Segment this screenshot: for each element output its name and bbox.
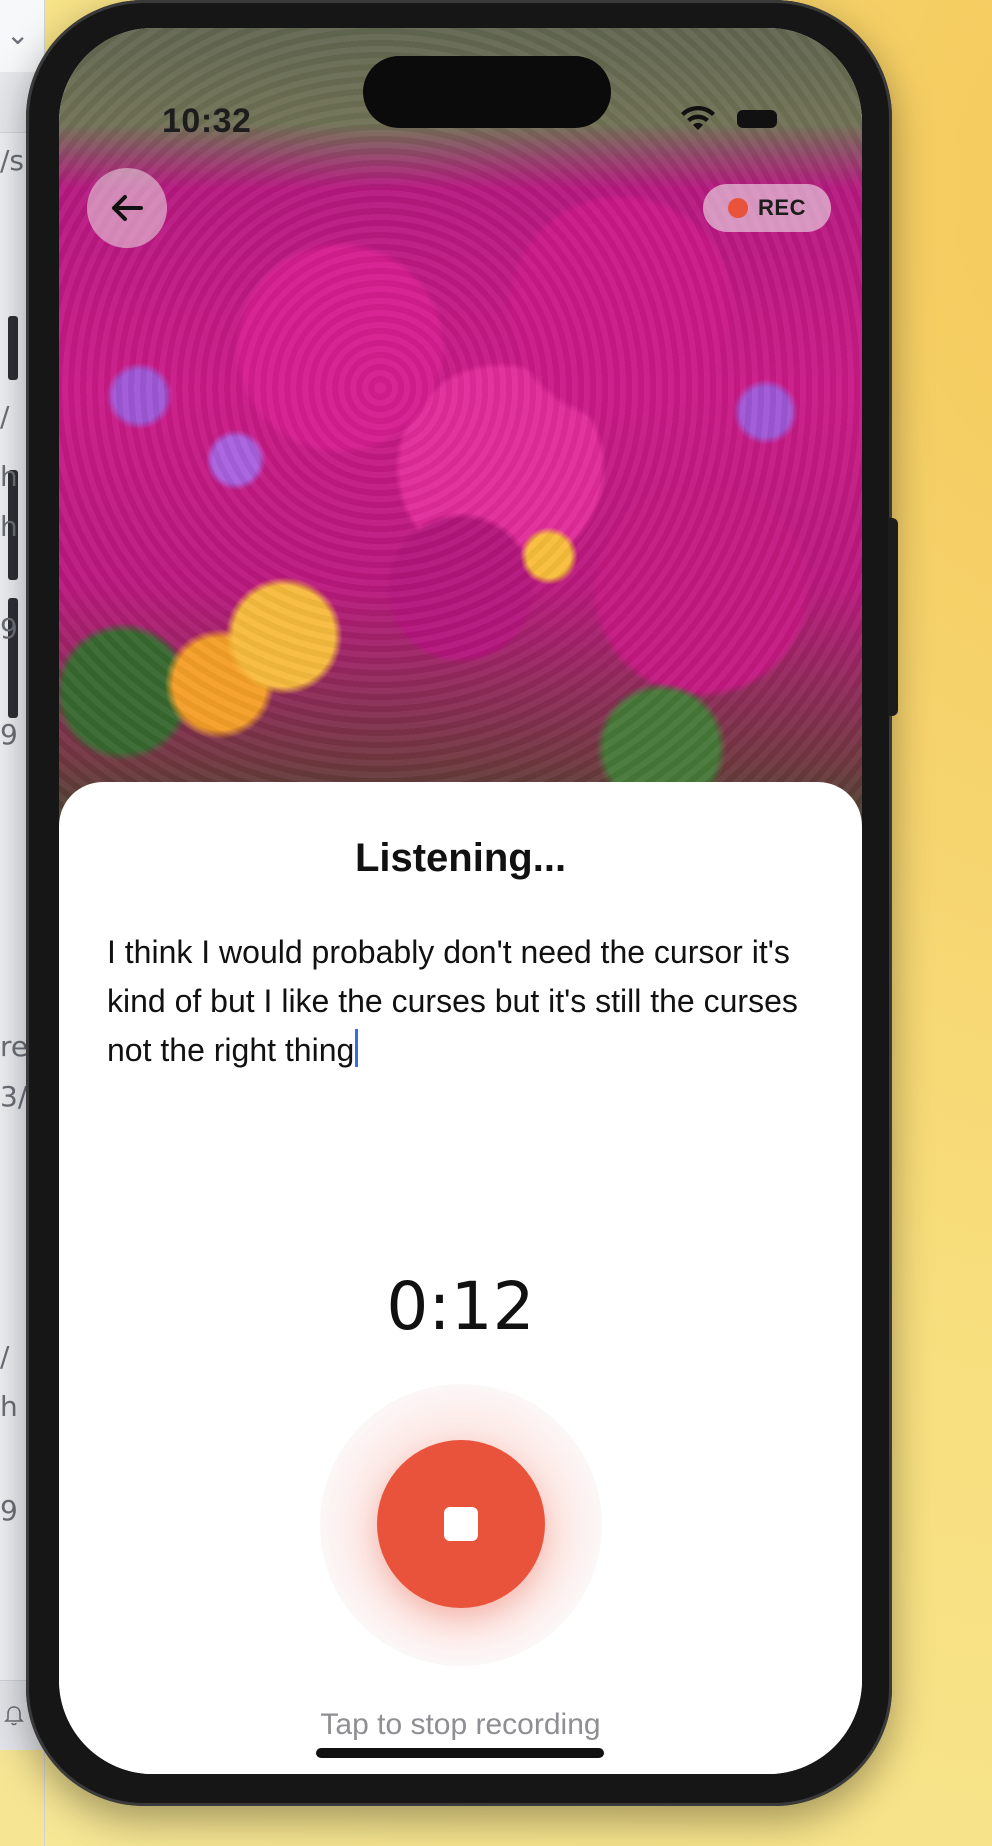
- sheet-title: Listening...: [354, 836, 567, 880]
- rec-indicator: REC: [703, 184, 831, 232]
- background-text-fragment: h: [0, 1390, 18, 1423]
- stop-recording-button[interactable]: [377, 1440, 545, 1608]
- transcript-text: I think I would probably don't need the …: [107, 934, 798, 1068]
- home-indicator[interactable]: [316, 1748, 604, 1758]
- background-text-fragment: 3/: [0, 1080, 28, 1113]
- background-scroll-marker: [8, 316, 18, 380]
- desktop-wallpaper-strip: [0, 1750, 44, 1846]
- phone-screen: 10:32 REC Listening... I think I would p…: [59, 28, 862, 1774]
- chevron-down-icon: ⌄: [6, 18, 30, 51]
- wifi-icon: [681, 106, 715, 130]
- background-text-fragment: /s: [0, 144, 25, 177]
- back-button[interactable]: [87, 168, 167, 248]
- battery-icon: [737, 110, 777, 128]
- background-text-fragment: re: [0, 1030, 29, 1063]
- stop-hint: Tap to stop recording: [320, 1708, 601, 1741]
- arrow-left-icon: [112, 195, 143, 221]
- transcript-area[interactable]: I think I would probably don't need the …: [107, 928, 819, 1075]
- side-button: [888, 518, 898, 716]
- record-dot-icon: [728, 198, 749, 218]
- dynamic-island: [363, 56, 611, 128]
- rec-label: REC: [758, 195, 806, 220]
- flower-photo: [59, 28, 862, 828]
- status-time: 10:32: [162, 102, 252, 140]
- stop-icon: [444, 1507, 478, 1541]
- bell-icon: [4, 1706, 24, 1726]
- recording-timer: 0:12: [386, 1268, 535, 1345]
- background-window-toolbar: ⌄: [0, 0, 44, 73]
- background-text-fragment: h: [0, 460, 18, 493]
- text-caret: [355, 1029, 359, 1067]
- phone-frame: 10:32 REC Listening... I think I would p…: [26, 0, 898, 1806]
- background-text-fragment: h: [0, 510, 18, 543]
- background-text-fragment: /: [0, 400, 10, 433]
- background-text-fragment: /: [0, 1340, 10, 1373]
